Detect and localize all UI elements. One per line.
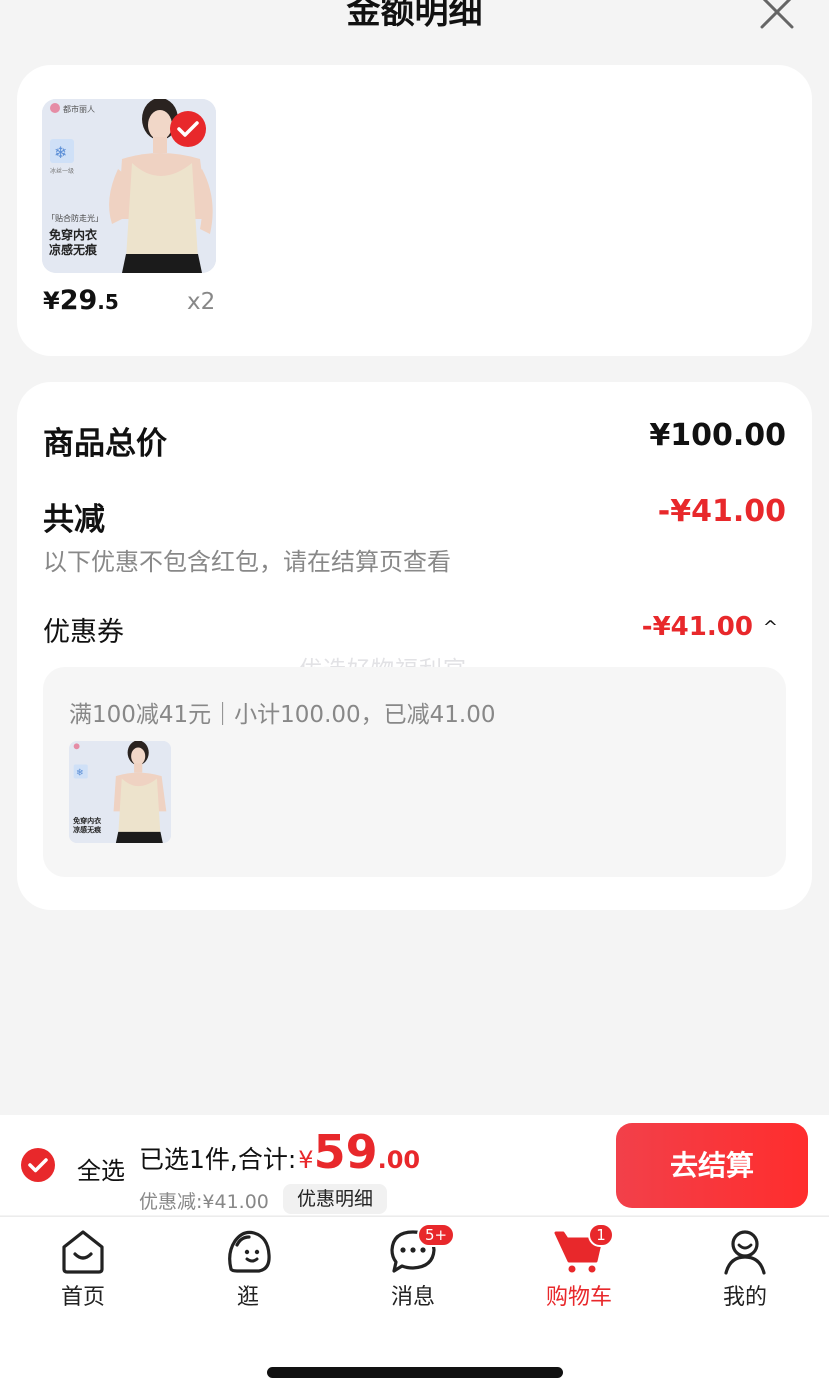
close-button[interactable] [759, 0, 795, 30]
checkmark-icon [177, 121, 199, 137]
select-all-label[interactable]: 全选 [77, 1151, 125, 1186]
tab-explore-label: 逛 [236, 1285, 259, 1310]
total-decimal: .00 [377, 1146, 421, 1174]
svg-text:❄: ❄ [54, 143, 67, 162]
coupon-product-thumbnail[interactable]: ❄ 免穿内衣 凉感无痕 [69, 741, 171, 843]
product-quantity: x2 [187, 289, 216, 315]
tab-cart[interactable]: 1 购物车 [524, 1223, 634, 1311]
total-price-value: ¥100.00 [649, 418, 786, 453]
coupon-detail-box: 满100减41元｜小计100.00，已减41.00 ❄ 免穿内衣 凉感无痕 [43, 667, 786, 877]
coupon-label: 优惠券 [43, 617, 124, 648]
profile-icon [724, 1230, 766, 1275]
svg-text:都市丽人: 都市丽人 [63, 104, 95, 114]
svg-text:免穿内衣: 免穿内衣 [49, 227, 97, 242]
product-image: ❄ 免穿内衣 凉感无痕 [69, 741, 171, 843]
price-currency: ¥ [43, 287, 60, 315]
discount-detail-button[interactable]: 优惠明细 [283, 1184, 388, 1214]
select-all-checkbox[interactable] [21, 1148, 55, 1182]
total-reduce-label: 共减 [43, 502, 105, 538]
coupon-value: -¥41.00 [641, 612, 753, 642]
price-decimal: .5 [97, 290, 119, 314]
product-card: 都市丽人 ❄ 冰丝一级 「贴合防走光」 免穿内衣 凉感无痕 ¥29.5 x2 [17, 65, 812, 356]
modal-header: 金额明细 [0, 0, 829, 48]
message-badge: 5+ [417, 1223, 456, 1247]
product-thumbnail[interactable]: 都市丽人 ❄ 冰丝一级 「贴合防走光」 免穿内衣 凉感无痕 [42, 99, 216, 273]
coupon-detail-text: 满100减41元｜小计100.00，已减41.00 [69, 702, 496, 728]
checkout-bar: 全选 已选1件,合计: ¥ 59 .00 优惠减:¥41.00 优惠明细 去结算 [0, 1115, 829, 1215]
home-indicator [267, 1367, 563, 1378]
tab-cart-label: 购物车 [545, 1285, 612, 1310]
product-price: ¥29.5 [43, 285, 119, 316]
page-title: 金额明细 [346, 0, 483, 32]
tab-profile-label: 我的 [722, 1285, 767, 1310]
selected-count-label: 已选1件,合计: [139, 1145, 297, 1174]
total-reduce-value: -¥41.00 [657, 494, 786, 529]
product-selected-check-icon[interactable] [170, 111, 206, 147]
tab-messages-label: 消息 [390, 1285, 435, 1310]
svg-text:免穿内衣: 免穿内衣 [73, 816, 101, 825]
tab-messages[interactable]: 5+ 消息 [358, 1223, 468, 1311]
svg-text:❄: ❄ [76, 768, 84, 779]
tab-explore[interactable]: 逛 [193, 1227, 303, 1311]
svg-text:冰丝一级: 冰丝一级 [50, 167, 74, 175]
checkmark-icon [28, 1158, 48, 1173]
total-currency: ¥ [298, 1146, 314, 1174]
cart-badge: 1 [588, 1223, 614, 1247]
selected-total: 已选1件,合计: ¥ 59 .00 [139, 1125, 420, 1179]
svg-text:凉感无痕: 凉感无痕 [73, 825, 102, 834]
tab-profile[interactable]: 我的 [690, 1227, 800, 1311]
total-integer: 59 [313, 1125, 378, 1179]
coupon-toggle[interactable]: -¥41.00 ^ [642, 612, 778, 642]
close-icon [760, 0, 794, 29]
chevron-up-icon: ^ [762, 616, 778, 638]
amount-summary-card: 商品总价 ¥100.00 共减 -¥41.00 以下优惠不包含红包，请在结算页查… [17, 382, 812, 910]
discount-note: 以下优惠不包含红包，请在结算页查看 [43, 548, 451, 576]
svg-text:「贴合防走光」: 「贴合防走光」 [47, 213, 103, 223]
price-integer: 29 [59, 285, 98, 316]
total-price-label: 商品总价 [43, 426, 167, 462]
explore-icon [228, 1230, 271, 1273]
checkout-button[interactable]: 去结算 [616, 1123, 808, 1208]
tab-home-label: 首页 [60, 1285, 105, 1310]
tab-home[interactable]: 首页 [28, 1227, 138, 1311]
discount-amount: 优惠减:¥41.00 [139, 1191, 269, 1213]
svg-text:凉感无痕: 凉感无痕 [49, 242, 98, 257]
home-icon [62, 1230, 104, 1274]
